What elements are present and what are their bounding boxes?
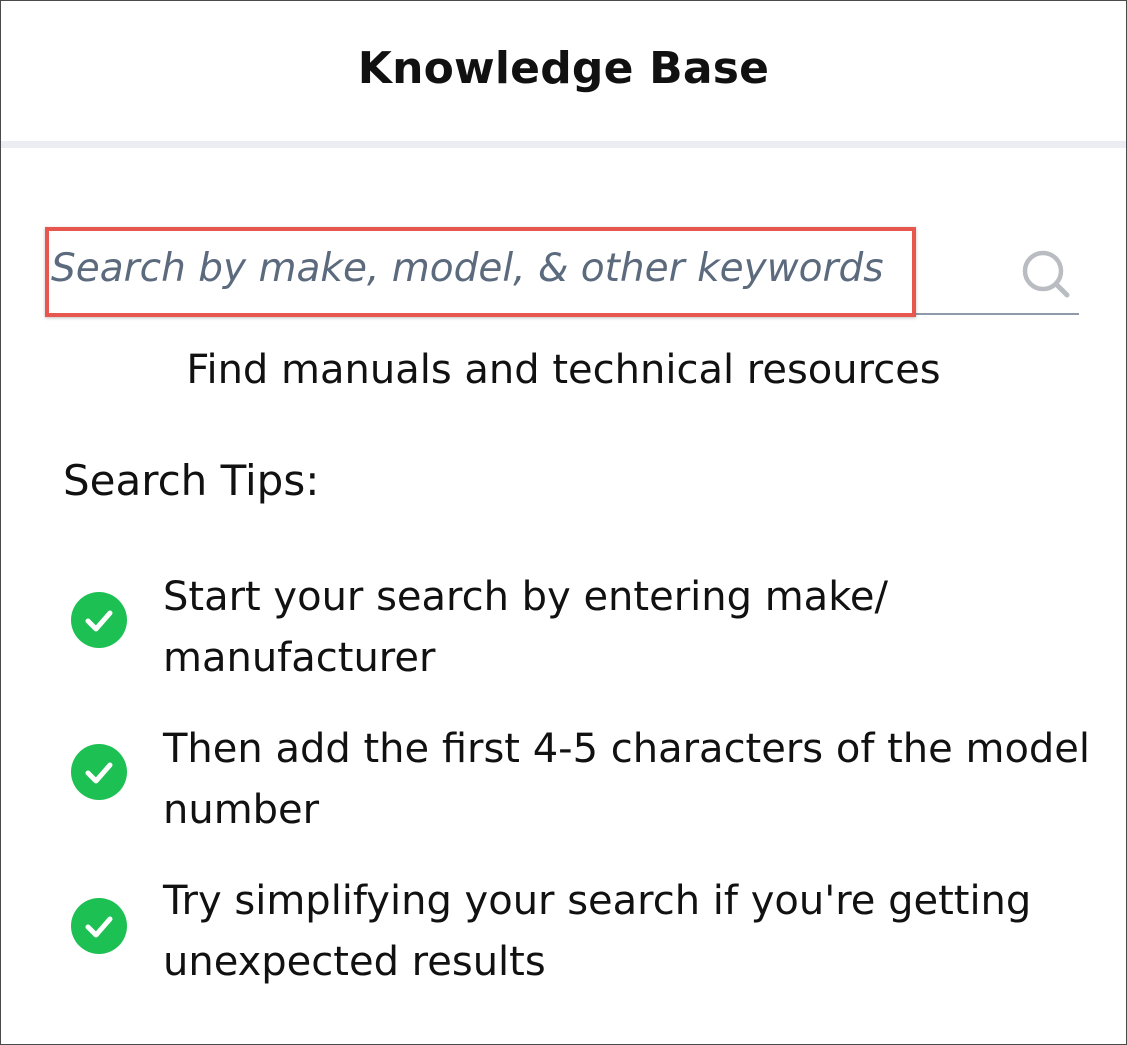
tip-item: Then add the first 4-5 characters of the… [63, 719, 1103, 849]
tip-text: Try simplifying your search if you're ge… [163, 878, 1032, 985]
search-button[interactable] [1017, 247, 1079, 303]
header: Knowledge Base [1, 1, 1126, 141]
tip-text: Start your search by entering make/ manu… [163, 574, 889, 681]
search-bar [45, 223, 1079, 317]
check-circle-icon [71, 744, 127, 800]
search-icon [1022, 250, 1070, 298]
check-circle-icon [71, 592, 127, 648]
subtitle: Find manuals and technical resources [186, 347, 941, 393]
tip-item: Start your search by entering make/ manu… [63, 567, 1103, 697]
search-tips-heading: Search Tips: [63, 456, 320, 505]
check-circle-icon [71, 898, 127, 954]
tip-text: Then add the first 4-5 characters of the… [163, 726, 1091, 833]
search-input[interactable] [45, 223, 1079, 315]
knowledge-base-screen: Knowledge Base Find manuals and technica… [0, 0, 1127, 1045]
page-title: Knowledge Base [357, 42, 770, 94]
tip-item: Try simplifying your search if you're ge… [63, 871, 1103, 1001]
header-divider [1, 141, 1126, 148]
